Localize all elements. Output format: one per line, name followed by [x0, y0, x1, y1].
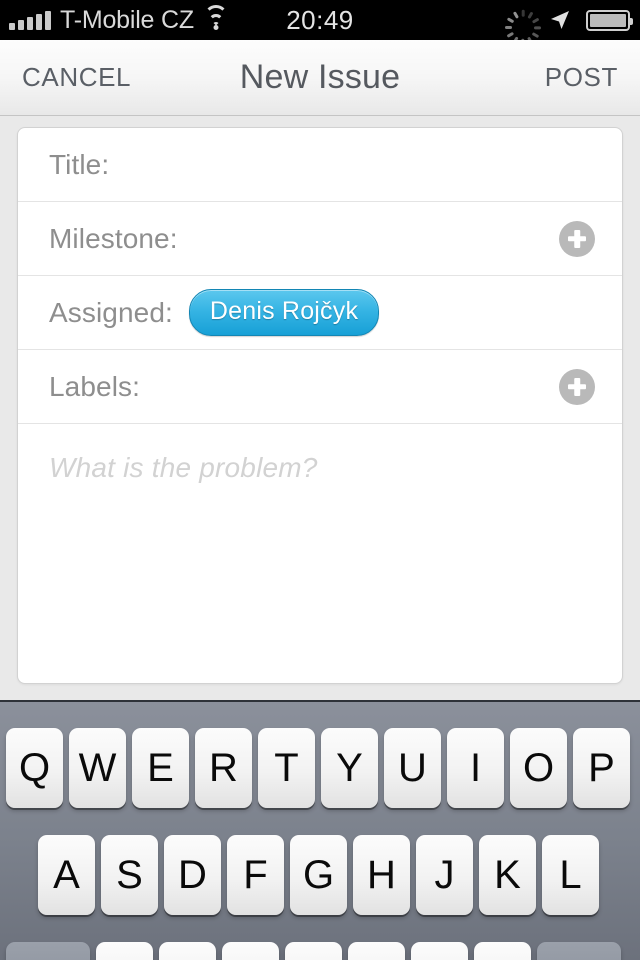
- form-row-title[interactable]: Title:: [18, 128, 622, 202]
- keyboard-key-l[interactable]: L: [542, 835, 599, 915]
- form-row-assigned[interactable]: Assigned: Denis Rojčyk: [18, 276, 622, 350]
- keyboard-key-p[interactable]: P: [573, 728, 630, 808]
- add-label-plus-icon[interactable]: [559, 368, 595, 405]
- keyboard-key-t[interactable]: T: [258, 728, 315, 808]
- keyboard-key-y[interactable]: Y: [321, 728, 378, 808]
- assignee-badge[interactable]: Denis Rojčyk: [188, 289, 380, 336]
- keyboard-key-i[interactable]: I: [447, 728, 504, 808]
- page-title: New Issue: [239, 58, 401, 96]
- keyboard-key-w[interactable]: W: [69, 728, 126, 808]
- keyboard-key-b[interactable]: B: [348, 942, 405, 960]
- activity-spinner-icon: [505, 9, 541, 46]
- status-bar-right: [505, 8, 633, 46]
- keyboard-row-1: QWERTYUIOP: [0, 728, 640, 808]
- navigation-bar: CANCEL New Issue POST: [0, 40, 640, 116]
- status-bar: T-Mobile CZ 20:49: [0, 0, 640, 46]
- phone-screen: T-Mobile CZ 20:49 CANCEL New Issue POST …: [0, 0, 640, 960]
- row-label-milestone: Milestone:: [49, 222, 178, 254]
- form-row-milestone[interactable]: Milestone:: [18, 202, 622, 276]
- add-milestone-plus-icon[interactable]: [559, 220, 595, 257]
- keyboard-key-u[interactable]: U: [384, 728, 441, 808]
- keyboard-key-e[interactable]: E: [132, 728, 189, 808]
- keyboard-key-c[interactable]: C: [222, 942, 279, 960]
- keyboard-row-3: ZXCVBNM: [0, 942, 640, 960]
- keyboard-key-q[interactable]: Q: [6, 728, 63, 808]
- row-label-title: Title:: [49, 148, 110, 180]
- keyboard-key-r[interactable]: R: [195, 728, 252, 808]
- keyboard-key-x[interactable]: X: [159, 942, 216, 960]
- row-label-labels: Labels:: [49, 370, 140, 402]
- keyboard-key-z[interactable]: Z: [96, 942, 153, 960]
- keyboard-key-a[interactable]: A: [38, 835, 95, 915]
- keyboard-modifier-key[interactable]: [6, 942, 90, 960]
- on-screen-keyboard: QWERTYUIOP ASDFGHJKL ZXCVBNM: [0, 700, 640, 960]
- battery-icon: [586, 9, 633, 31]
- keyboard-key-d[interactable]: D: [164, 835, 221, 915]
- keyboard-key-f[interactable]: F: [227, 835, 284, 915]
- keyboard-row-2: ASDFGHJKL: [0, 835, 640, 915]
- keyboard-key-m[interactable]: M: [474, 942, 531, 960]
- row-label-assigned: Assigned:: [49, 296, 173, 328]
- issue-body-input[interactable]: What is the problem?: [18, 424, 622, 512]
- keyboard-key-n[interactable]: N: [411, 942, 468, 960]
- location-arrow-icon: [551, 11, 569, 29]
- keyboard-key-h[interactable]: H: [353, 835, 410, 915]
- keyboard-key-j[interactable]: J: [416, 835, 473, 915]
- keyboard-key-o[interactable]: O: [510, 728, 567, 808]
- keyboard-key-g[interactable]: G: [290, 835, 347, 915]
- form-row-labels[interactable]: Labels:: [18, 350, 622, 424]
- keyboard-key-s[interactable]: S: [101, 835, 158, 915]
- keyboard-key-k[interactable]: K: [479, 835, 536, 915]
- new-issue-form-card: Title: Milestone: Assigned: Denis Rojčyk…: [17, 127, 623, 684]
- keyboard-key-v[interactable]: V: [285, 942, 342, 960]
- keyboard-modifier-key[interactable]: [537, 942, 621, 960]
